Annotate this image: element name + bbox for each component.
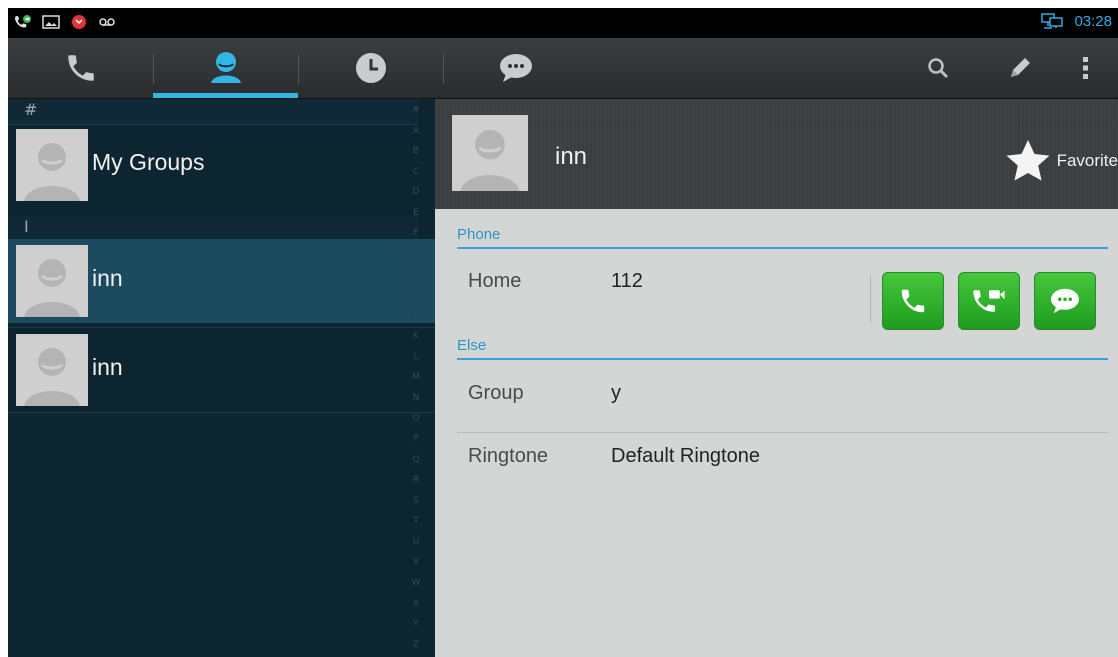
detail-header: inn Favorite (435, 99, 1118, 209)
tab-history[interactable] (298, 38, 443, 98)
detail-contact-name: inn (555, 143, 588, 170)
alphabet-index-letter[interactable]: # (412, 105, 420, 116)
network-icon (1041, 13, 1064, 29)
edit-pencil-icon (1011, 58, 1030, 77)
avatar (16, 129, 88, 201)
contacts-icon (210, 52, 241, 83)
avatar (16, 334, 88, 406)
video-call-icon (973, 290, 1005, 312)
group-row[interactable]: Group y (457, 368, 1108, 428)
alphabet-index-letter[interactable]: N (413, 393, 420, 404)
overflow-menu-icon (1083, 57, 1088, 79)
contact-name: inn (92, 354, 123, 380)
alphabet-index-letter[interactable]: L (413, 352, 418, 363)
message-icon (1051, 288, 1079, 314)
star-icon (1006, 140, 1050, 181)
ringtone-value: Default Ringtone (611, 445, 760, 467)
phone-icon (67, 55, 94, 81)
contact-detail: inn Favorite Phone Home 112 Else Group y… (435, 99, 1118, 657)
search-button[interactable] (914, 38, 962, 98)
alphabet-index-letter[interactable]: Q (412, 455, 419, 466)
alphabet-index-letter[interactable]: X (413, 599, 419, 610)
alphabet-index-letter[interactable]: H (413, 270, 420, 281)
alphabet-index-letter[interactable]: S (413, 496, 419, 507)
picture-icon (42, 15, 60, 29)
favorite-toggle[interactable]: Favorite (1005, 139, 1118, 183)
message-icon (499, 54, 532, 82)
phone-type-label: Home (468, 270, 522, 292)
tab-bar (8, 38, 1118, 99)
alphabet-index-letter[interactable]: B (413, 146, 419, 157)
history-clock-icon (355, 53, 386, 83)
avatar (16, 245, 88, 317)
alphabet-index-letter[interactable]: J (415, 311, 418, 322)
contact-list: # My Groups I inn inn (8, 99, 435, 657)
ringtone-row[interactable]: Ringtone Default Ringtone (457, 431, 1108, 491)
alphabet-index-letter[interactable]: K (413, 331, 419, 342)
phone-section-header: Phone (457, 226, 1108, 249)
clock-time: 03:28 (1074, 12, 1112, 30)
alphabet-index-scroller[interactable]: # A B C D E F G H I J K L M N O P Q R S T U V W X Y Z (408, 99, 424, 657)
alphabet-index-letter[interactable]: T (413, 516, 419, 527)
list-item-my-groups[interactable]: My Groups (8, 123, 435, 207)
message-button[interactable] (1034, 272, 1096, 330)
alphabet-index-letter[interactable]: W (412, 578, 421, 589)
alphabet-index-letter[interactable]: I (415, 290, 418, 301)
alphabet-index-letter[interactable]: G (413, 249, 420, 260)
alphabet-index-letter[interactable]: O (412, 413, 419, 424)
voicemail-icon (99, 18, 115, 26)
contact-name: My Groups (92, 149, 205, 175)
overflow-menu-button[interactable] (1062, 38, 1110, 98)
edit-button[interactable] (996, 38, 1044, 98)
tab-dialer[interactable] (8, 38, 153, 98)
call-forward-icon (15, 15, 31, 28)
call-icon (901, 289, 925, 313)
section-header-hash: # (8, 99, 418, 125)
tab-contacts[interactable] (153, 38, 298, 98)
group-label: Group (468, 382, 524, 404)
alphabet-index-letter[interactable]: V (413, 557, 419, 568)
alphabet-index-letter[interactable]: U (413, 537, 420, 548)
alphabet-index-letter[interactable]: M (412, 372, 420, 383)
group-value: y (611, 382, 621, 404)
list-item-contact[interactable]: inn (8, 239, 435, 323)
alphabet-index-letter[interactable]: F (413, 228, 418, 239)
ringtone-label: Ringtone (468, 445, 549, 467)
alphabet-index-letter[interactable]: A (413, 126, 419, 137)
alphabet-index-letter[interactable]: D (413, 187, 420, 198)
favorite-label: Favorite (1056, 151, 1118, 170)
phone-number: 112 (611, 270, 643, 292)
alphabet-index-letter[interactable]: Z (413, 640, 419, 651)
contact-name: inn (92, 265, 123, 291)
contacts-app-window: 03:28 # My Groups I inn inn # A B C D E … (8, 8, 1118, 657)
alphabet-index-letter[interactable]: E (413, 208, 419, 219)
status-bar: 03:28 (8, 8, 1118, 38)
missed-call-icon (72, 15, 86, 29)
alphabet-index-letter[interactable]: Y (413, 619, 419, 630)
tab-messages[interactable] (443, 38, 588, 98)
alphabet-index-letter[interactable]: C (413, 167, 419, 178)
search-icon (928, 58, 949, 79)
list-item-contact[interactable]: inn (8, 327, 435, 412)
contact-photo[interactable] (452, 115, 528, 191)
call-button[interactable] (882, 272, 944, 330)
alphabet-index-letter[interactable]: P (413, 434, 418, 445)
else-section-header: Else (457, 337, 1108, 360)
video-call-button[interactable] (958, 272, 1020, 330)
alphabet-index-letter[interactable]: R (413, 475, 419, 486)
